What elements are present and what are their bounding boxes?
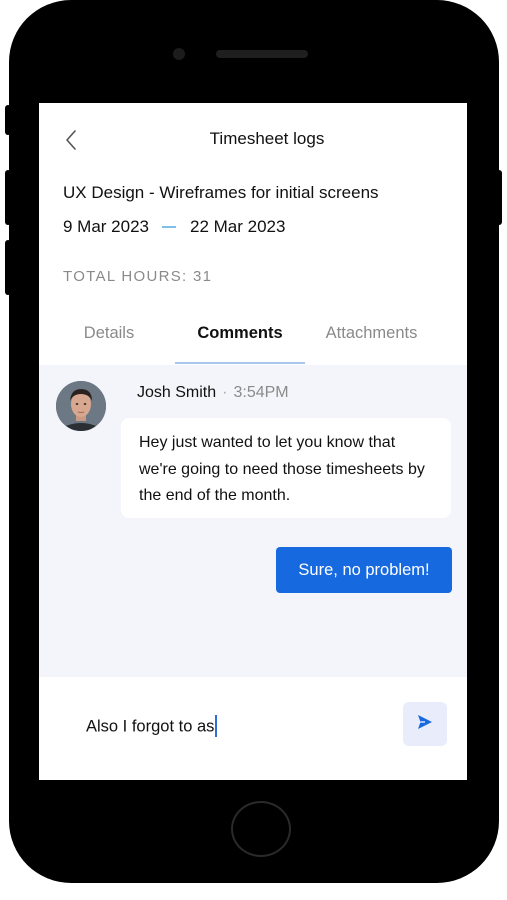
message-input[interactable]: Also I forgot to as: [86, 715, 218, 738]
page-title: Timesheet logs: [209, 129, 325, 148]
message-input-value: Also I forgot to as: [86, 717, 215, 736]
phone-camera: [173, 48, 185, 60]
tab-bar: Details Comments Attachments: [39, 321, 467, 365]
end-date: 22 Mar 2023: [190, 217, 286, 236]
comments-thread: Josh Smith · 3:54PM Hey just wanted to let…: [39, 365, 467, 677]
send-button[interactable]: [403, 702, 447, 746]
incoming-message-bubble: Hey just wanted to let you know that we'…: [121, 418, 451, 518]
meta-separator: ·: [222, 384, 228, 401]
project-title: UX Design - Wireframes for initial scree…: [63, 183, 379, 202]
start-date: 9 Mar 2023: [63, 217, 149, 236]
comment-meta: Josh Smith · 3:54PM: [137, 384, 289, 402]
avatar: [56, 381, 106, 431]
date-separator: [162, 226, 176, 228]
message-composer: Also I forgot to as: [39, 677, 467, 780]
tab-comments[interactable]: Comments: [175, 321, 305, 365]
tab-details[interactable]: Details: [63, 321, 155, 365]
total-hours-label: TOTAL HOURS: 31: [63, 268, 213, 285]
send-icon: [416, 713, 434, 736]
tab-attachments[interactable]: Attachments: [314, 321, 429, 365]
comment-time: 3:54PM: [233, 384, 289, 401]
phone-home-button[interactable]: [231, 801, 291, 857]
date-range: 9 Mar 2023 22 Mar 2023: [63, 217, 285, 237]
phone-speaker: [216, 50, 308, 58]
text-caret: [215, 715, 218, 737]
active-tab-indicator: [175, 362, 305, 364]
outgoing-message-bubble: Sure, no problem!: [276, 547, 452, 593]
comment-author: Josh Smith: [137, 384, 217, 401]
app-screen: Timesheet logs UX Design - Wireframes fo…: [39, 103, 467, 780]
